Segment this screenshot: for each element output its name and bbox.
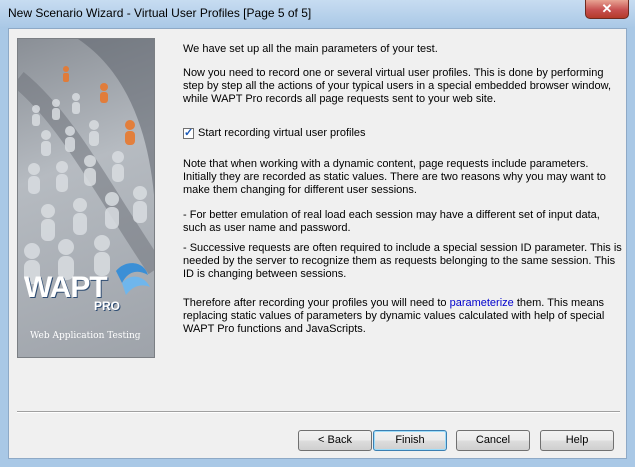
window-title: New Scenario Wizard - Virtual User Profi… xyxy=(8,6,312,20)
start-recording-option[interactable]: ✓ Start recording virtual user profiles xyxy=(183,126,366,140)
intro-text: We have set up all the main parameters o… xyxy=(183,43,438,55)
start-recording-label[interactable]: Start recording virtual user profiles xyxy=(198,127,366,139)
wapt-side-image: WAPT PRO Web Application Testing xyxy=(17,38,155,358)
wizard-client-area: WAPT PRO Web Application Testing We have… xyxy=(8,28,627,459)
checkmark-icon: ✓ xyxy=(184,126,194,139)
parameterize-link[interactable]: parameterize xyxy=(450,297,514,309)
parameterize-note-start: Therefore after recording your profiles … xyxy=(183,297,450,309)
help-button[interactable]: Help xyxy=(540,430,614,451)
title-bar[interactable]: New Scenario Wizard - Virtual User Profi… xyxy=(0,0,635,28)
record-instructions-text: Now you need to record one or several vi… xyxy=(183,67,612,105)
session-id-reason-text: - Successive requests are often required… xyxy=(183,242,622,280)
wapt-pro-label: PRO xyxy=(94,299,121,313)
parameterize-note: Therefore after recording your profiles … xyxy=(183,297,623,336)
emulation-reason-text: - For better emulation of real load each… xyxy=(183,209,600,234)
start-recording-checkbox[interactable]: ✓ xyxy=(183,126,194,139)
finish-button[interactable]: Finish xyxy=(373,430,447,451)
cancel-button[interactable]: Cancel xyxy=(456,430,530,451)
close-button[interactable]: ✕ xyxy=(585,0,629,19)
back-button[interactable]: < Back xyxy=(298,430,372,451)
wizard-window: New Scenario Wizard - Virtual User Profi… xyxy=(0,0,635,467)
close-icon: ✕ xyxy=(601,1,613,16)
crowd-illustration xyxy=(18,39,154,295)
wapt-subtitle: Web Application Testing xyxy=(30,331,141,341)
button-separator xyxy=(17,411,620,413)
dynamic-content-note: Note that when working with a dynamic co… xyxy=(183,158,606,196)
